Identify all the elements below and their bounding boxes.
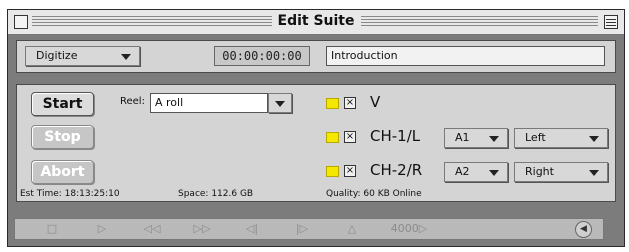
track-ch1-checkbox[interactable]: × xyxy=(344,131,356,143)
track-ch1-side-popup[interactable]: Left xyxy=(514,128,608,148)
space-text: Space: 112.6 GB xyxy=(178,189,254,199)
transport-bar: □ ▷ ◁◁ ▷▷ ◁| |▷ △ 4000▷ xyxy=(14,218,604,240)
track-ch1-side-value: Left xyxy=(525,131,546,144)
zoom-box[interactable] xyxy=(604,15,618,29)
quality-text: Quality: 60 KB Online xyxy=(326,189,422,199)
track-ch2-channel-value: A2 xyxy=(455,165,470,178)
track-ch1-channel-value: A1 xyxy=(455,131,470,144)
track-ch2-channel-popup[interactable]: A2 xyxy=(444,162,508,182)
start-button[interactable]: Start xyxy=(31,92,94,116)
title-bar[interactable]: Edit Suite xyxy=(8,10,624,35)
stop-button[interactable]: Stop xyxy=(31,125,94,149)
mode-popup[interactable]: Digitize xyxy=(25,46,140,66)
track-ch2-yellow-indicator xyxy=(326,166,339,177)
track-ch1-yellow-indicator xyxy=(326,132,339,143)
chevron-down-icon xyxy=(589,136,599,142)
eject-icon[interactable]: △ xyxy=(337,221,367,237)
track-ch1-label: CH-1/L xyxy=(370,127,421,145)
chevron-down-icon xyxy=(489,170,499,176)
est-time-text: Est Time: 18:13:25:10 xyxy=(20,189,120,199)
track-v-yellow-indicator xyxy=(326,98,339,109)
reel-label: Reel: xyxy=(120,96,145,107)
chevron-down-icon xyxy=(589,170,599,176)
track-ch2-side-popup[interactable]: Right xyxy=(514,162,608,182)
track-ch2-checkbox[interactable]: × xyxy=(344,165,356,177)
reel-dropdown-button[interactable] xyxy=(268,93,292,113)
clip-name-field[interactable]: Introduction xyxy=(326,46,605,66)
track-v-label: V xyxy=(370,93,381,111)
track-v-checkbox[interactable]: × xyxy=(344,97,356,109)
track-ch2-label: CH-2/R xyxy=(370,161,423,179)
play-icon[interactable]: ▷ xyxy=(87,221,117,237)
timecode-display: 00:00:00:00 xyxy=(214,46,310,66)
abort-button[interactable]: Abort xyxy=(31,160,94,184)
chevron-down-icon xyxy=(489,136,499,142)
rewind-icon[interactable]: ◁◁ xyxy=(137,221,167,237)
chevron-down-icon xyxy=(121,54,131,60)
mode-popup-value: Digitize xyxy=(36,49,78,62)
window-title: Edit Suite xyxy=(271,13,361,29)
track-ch2-side-value: Right xyxy=(525,165,554,178)
reel-input[interactable]: A roll xyxy=(150,93,268,113)
chevron-down-icon xyxy=(275,101,285,107)
step-forward-icon[interactable]: |▷ xyxy=(287,221,317,237)
track-ch1-channel-popup[interactable]: A1 xyxy=(444,128,508,148)
stop-transport-icon[interactable]: □ xyxy=(37,221,67,237)
fast-forward-icon[interactable]: ▷▷ xyxy=(187,221,217,237)
step-back-icon[interactable]: ◁| xyxy=(237,221,267,237)
shuttle-4000-button[interactable]: 4000▷ xyxy=(387,221,431,237)
scroll-left-icon[interactable]: ◀ xyxy=(575,221,592,238)
edit-suite-window: Edit Suite Digitize 00:00:00:00 Introduc… xyxy=(7,9,625,247)
